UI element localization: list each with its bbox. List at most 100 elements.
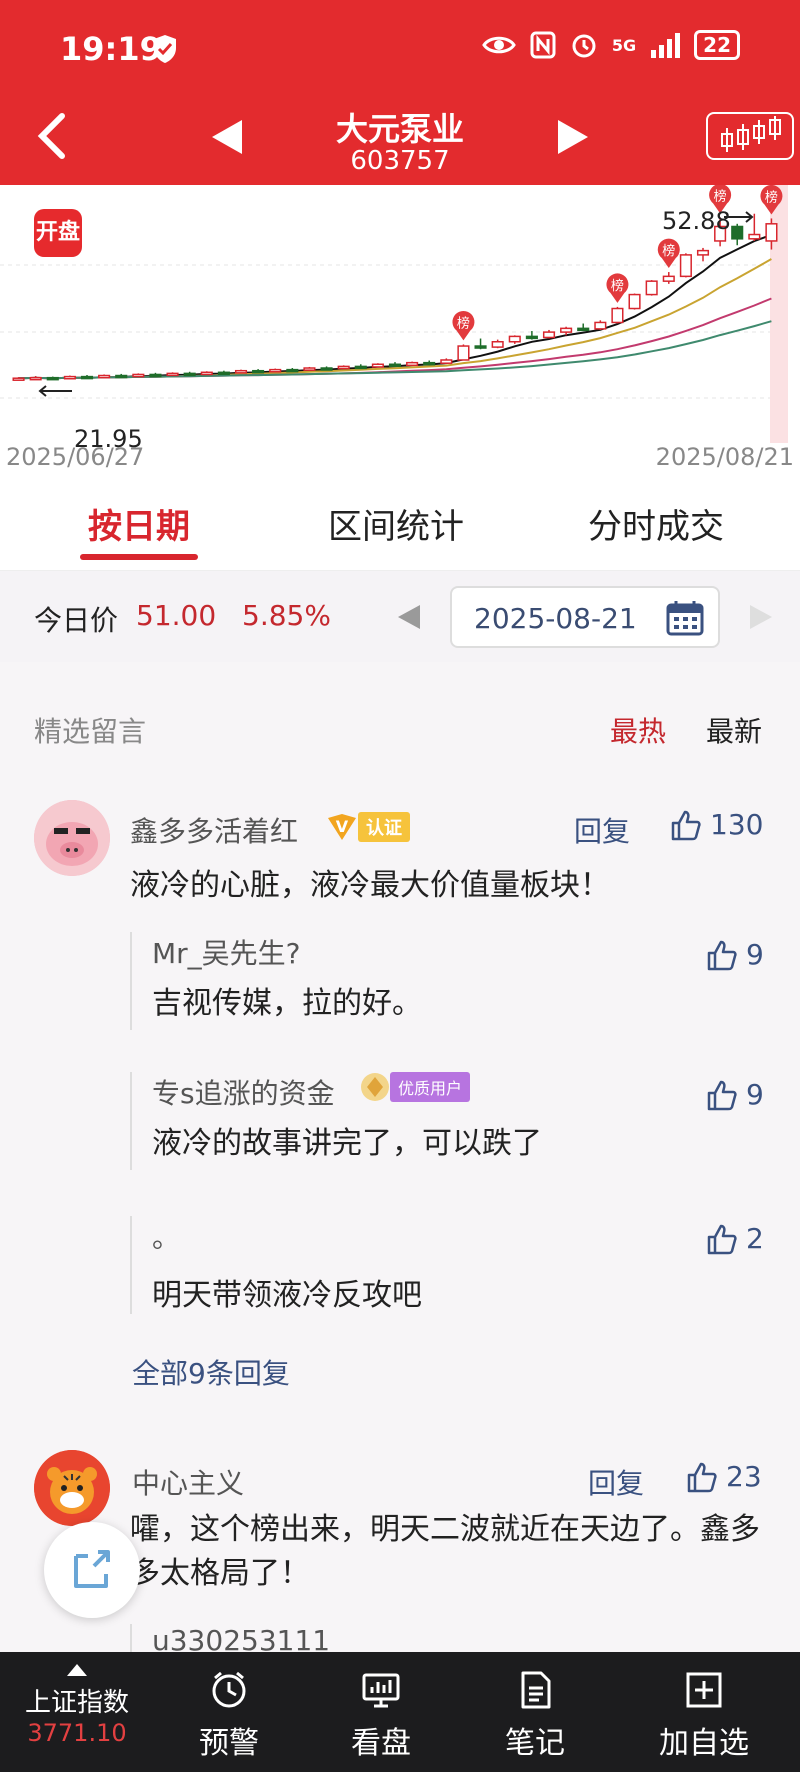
rank-marker[interactable]: 榜 [657,238,680,269]
today-price-label: 今日价 [34,604,119,637]
candle-body [337,365,350,370]
kaipan-badge[interactable]: 开盘 [34,209,82,257]
candle [696,247,710,262]
reply-item[interactable]: u330253111 [130,1624,330,1652]
candle [269,368,282,373]
share-icon [74,1550,110,1588]
candle [491,339,504,349]
candle [457,344,470,361]
alert-button[interactable]: 预警 [188,1670,270,1762]
candle [234,369,248,374]
candle-body [577,327,590,332]
kline-toggle-button[interactable] [706,112,794,160]
moving-average-line [18,258,772,380]
reply-item[interactable]: 。 明天带领液冷反攻吧 [130,1216,422,1314]
candle [183,371,196,377]
candle [474,338,487,350]
reply-username[interactable]: 专s追涨的资金 [152,1072,335,1112]
candle-body [29,376,42,381]
rank-marker[interactable]: 榜 [606,273,629,303]
verified-badge-label: 认证 [358,812,410,842]
candle-body [525,335,538,340]
avatar[interactable] [34,1450,110,1526]
tab-bar: 按日期 区间统计 分时成交 [0,475,800,570]
stock-code: 603757 [350,146,450,176]
avatar[interactable] [34,800,110,876]
reply-like-button[interactable]: 9 [706,938,764,971]
share-fab-button[interactable] [44,1522,140,1618]
reply-username[interactable]: 。 [152,1216,180,1256]
prev-date-icon[interactable] [396,603,422,631]
candle-body [679,254,692,278]
view-all-replies-link[interactable]: 全部9条回复 [132,1352,290,1392]
reply-button[interactable]: 回复 [574,810,630,850]
reply-button[interactable]: 回复 [588,1462,644,1502]
reply-username[interactable]: u330253111 [152,1624,330,1652]
candle [217,370,230,376]
moving-average-line [18,320,772,380]
like-count: 23 [726,1460,762,1493]
candle-body [560,327,573,333]
candle-body [765,223,778,242]
reply-item[interactable]: 专s追涨的资金 液冷的故事讲完了，可以跌了 [130,1072,542,1170]
candle [508,335,521,344]
candle-body [46,376,59,381]
add-watchlist-label: 加自选 [659,1726,749,1761]
sort-hot-button[interactable]: 最热 [610,710,666,750]
candle [662,272,675,284]
reply-like-button[interactable]: 2 [706,1222,764,1255]
chart-end-date: 2025/08/21 [655,443,794,471]
rank-marker-label: 榜 [662,243,675,259]
candle [354,364,367,370]
candle-body [423,361,436,366]
kline-chart[interactable]: 榜榜榜榜榜 开盘 52.88 21.95 2025/06/27 2025/08/… [0,185,800,475]
candle-body [200,371,213,376]
candle-body [406,361,419,367]
nfc-icon [530,31,556,59]
sort-new-button[interactable]: 最新 [706,710,762,750]
eye-icon [482,36,516,54]
next-date-icon[interactable] [748,603,774,631]
like-button[interactable]: 130 [670,808,763,841]
rank-marker[interactable]: 榜 [452,310,475,341]
tab-range-stats[interactable]: 区间统计 [326,499,466,548]
tab-by-date[interactable]: 按日期 [80,499,198,548]
candle [611,306,624,324]
svg-text:V: V [336,817,349,836]
candle-body [645,280,658,296]
candle-body [320,367,333,371]
candle [679,253,692,278]
status-bar: 19:19 5G 22 [0,0,800,100]
candle-body [628,293,641,310]
reply-text: 液冷的故事讲完了，可以跌了 [152,1126,542,1161]
candle [80,374,94,380]
candlestick-icon [721,116,781,152]
next-stock-icon[interactable] [556,118,590,156]
notes-button[interactable]: 笔记 [494,1670,576,1762]
like-button[interactable]: 23 [686,1460,762,1493]
candle [371,363,384,368]
candle-body [234,369,248,374]
battery-icon: 22 [694,30,740,60]
candle [46,376,59,381]
reply-username[interactable]: Mr_吴先生? [152,932,301,972]
comment-username[interactable]: 中心主义 [132,1462,244,1502]
date-picker[interactable]: 2025-08-21 [450,586,720,648]
shield-icon [154,35,176,63]
comment-username[interactable]: 鑫多多活着红 [130,810,298,850]
candle-body [696,249,710,256]
reply-like-button[interactable]: 9 [706,1078,764,1111]
verified-badge: V 认证 [326,812,410,842]
comments-section-title: 精选留言 [34,715,147,748]
add-watchlist-button[interactable]: 加自选 [648,1670,760,1762]
reply-item[interactable]: Mr_吴先生? 吉视传媒，拉的好。 [130,932,422,1030]
nav-bar: 大元泵业 603757 [0,100,800,185]
like-count: 130 [710,808,764,841]
tab-intraday-trades[interactable]: 分时成交 [586,499,726,548]
watch-market-button[interactable]: 看盘 [340,1670,422,1762]
candle [440,358,453,364]
notes-label: 笔记 [505,1726,565,1761]
candle [577,323,590,332]
market-index-button[interactable]: 上证指数 3771.10 [18,1662,136,1747]
watch-market-label: 看盘 [351,1726,411,1761]
